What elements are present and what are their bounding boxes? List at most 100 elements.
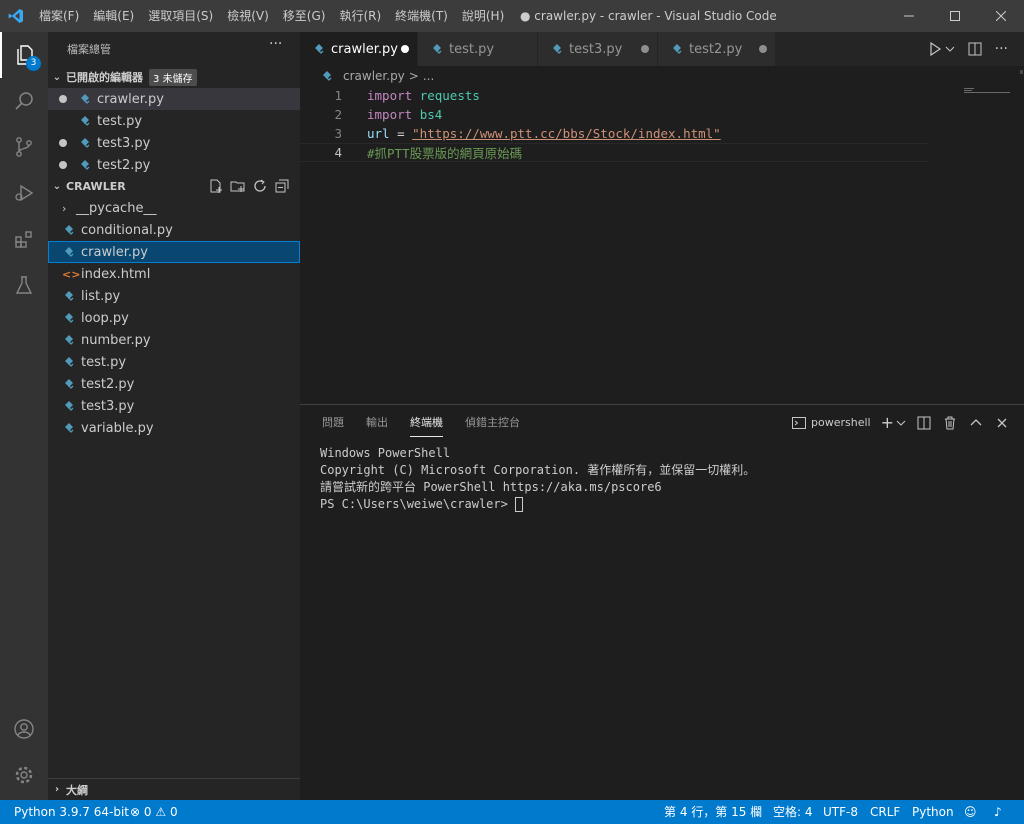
breadcrumb-symbol[interactable]: ...	[423, 69, 434, 83]
open-editor-item[interactable]: crawler.py	[48, 88, 300, 110]
refresh-icon[interactable]	[252, 178, 268, 194]
unsaved-dot-icon	[59, 139, 67, 147]
folder-header[interactable]: ⌄ CRAWLER	[48, 175, 300, 197]
tree-file-item[interactable]: test2.py	[48, 373, 300, 395]
open-editor-item[interactable]: test.py	[48, 110, 300, 132]
minimap[interactable]	[964, 88, 1010, 94]
tree-file-item[interactable]: <> index.html	[48, 263, 300, 285]
search-button[interactable]	[0, 78, 48, 124]
line-ending[interactable]: CRLF	[870, 800, 900, 824]
chevron-down-icon[interactable]	[896, 415, 906, 431]
tree-file-item[interactable]: number.py	[48, 329, 300, 351]
problems-indicator[interactable]: ⊗ 0 ⚠ 0	[130, 800, 178, 824]
cursor-position[interactable]: 第 4 行，第 15 欄	[664, 800, 762, 824]
tab-terminal[interactable]: 終端機	[410, 414, 443, 437]
minimize-button[interactable]	[886, 0, 932, 32]
python-file-icon	[65, 313, 74, 323]
shell-selector[interactable]: powershell	[811, 416, 871, 429]
tree-file-item[interactable]: list.py	[48, 285, 300, 307]
encoding[interactable]: UTF-8	[823, 800, 858, 824]
open-editors-header[interactable]: ⌄ 已開啟的編輯器 3 未儲存	[48, 66, 300, 88]
editor-actions: ···	[927, 32, 1008, 66]
tree-file-item[interactable]: loop.py	[48, 307, 300, 329]
tab-output[interactable]: 輸出	[366, 414, 388, 437]
unsaved-dot-icon[interactable]	[401, 45, 409, 53]
tree-file-item[interactable]: test.py	[48, 351, 300, 373]
terminal-output[interactable]: Windows PowerShell Copyright (C) Microsof…	[320, 445, 755, 513]
tab-label: crawler.py	[331, 41, 398, 57]
menu-selection[interactable]: 選取項目(S)	[141, 0, 220, 32]
tree-file-item[interactable]: test3.py	[48, 395, 300, 417]
close-window-button[interactable]	[978, 0, 1024, 32]
breadcrumb-separator: >	[408, 69, 419, 83]
tab-label: test2.py	[689, 41, 743, 57]
tree-folder-item[interactable]: › __pycache__	[48, 197, 300, 219]
menu-go[interactable]: 移至(G)	[276, 0, 333, 32]
more-actions-button[interactable]: ···	[269, 36, 282, 52]
new-folder-icon[interactable]	[230, 178, 246, 194]
explorer-button[interactable]: 3	[0, 32, 48, 78]
tab-problems[interactable]: 問題	[322, 414, 344, 437]
unsaved-badge: 3 未儲存	[149, 68, 197, 86]
explorer-badge: 3	[26, 56, 41, 71]
maximize-button[interactable]	[932, 0, 978, 32]
add-terminal-icon[interactable]: +	[881, 413, 894, 432]
new-file-icon[interactable]	[208, 178, 224, 194]
tree-file-item[interactable]: variable.py	[48, 417, 300, 439]
breadcrumb-file[interactable]: crawler.py	[343, 69, 405, 83]
language-mode[interactable]: Python	[912, 800, 954, 824]
window-title: ● crawler.py - crawler - Visual Studio C…	[520, 9, 777, 23]
python-file-icon	[65, 357, 74, 367]
tree-file-item[interactable]: crawler.py	[48, 241, 300, 263]
code-string: "https://www.ptt.cc/bbs/Stock/index.html…	[412, 126, 721, 141]
tab-test2-py[interactable]: test2.py	[658, 32, 776, 66]
tab-debug-console[interactable]: 偵錯主控台	[465, 414, 520, 437]
collapse-all-icon[interactable]	[274, 178, 290, 194]
menu-edit[interactable]: 編輯(E)	[86, 0, 141, 32]
menu-terminal[interactable]: 終端機(T)	[388, 0, 455, 32]
run-icon[interactable]	[927, 41, 943, 57]
line-number: 1	[334, 88, 342, 103]
menu-help[interactable]: 說明(H)	[455, 0, 511, 32]
more-actions-icon[interactable]: ···	[995, 41, 1008, 57]
menu-view[interactable]: 檢視(V)	[220, 0, 276, 32]
flask-icon	[15, 276, 33, 294]
maximize-panel-icon[interactable]	[968, 415, 984, 431]
split-editor-icon[interactable]	[967, 41, 983, 57]
unsaved-dot-icon[interactable]	[641, 45, 649, 53]
tab-test3-py[interactable]: test3.py	[538, 32, 658, 66]
python-interpreter[interactable]: Python 3.9.7 64-bit	[14, 800, 129, 824]
accounts-button[interactable]	[0, 706, 48, 752]
menu-file[interactable]: 檔案(F)	[32, 0, 86, 32]
run-debug-button[interactable]	[0, 170, 48, 216]
tab-test-py[interactable]: test.py	[418, 32, 538, 66]
tree-file-item[interactable]: conditional.py	[48, 219, 300, 241]
source-control-button[interactable]	[0, 124, 48, 170]
trash-icon[interactable]	[942, 415, 958, 431]
python-file-icon	[65, 379, 74, 389]
extensions-button[interactable]	[0, 216, 48, 262]
feedback-icon[interactable]: ☺	[964, 800, 977, 824]
chevron-down-icon[interactable]	[945, 41, 955, 57]
outline-label: 大綱	[66, 783, 88, 797]
tab-crawler-py[interactable]: crawler.py	[300, 32, 418, 66]
indentation[interactable]: 空格: 4	[773, 800, 813, 824]
open-editor-item[interactable]: test2.py	[48, 154, 300, 176]
bell-icon[interactable]: ♪	[994, 800, 1002, 824]
code-keyword: import	[367, 88, 413, 103]
code-variable: url	[367, 126, 390, 141]
warning-count: 0	[169, 805, 178, 819]
error-icon: ⊗	[130, 805, 141, 819]
unsaved-dot-icon[interactable]	[759, 45, 767, 53]
open-editor-item[interactable]: test3.py	[48, 132, 300, 154]
panel-tabs: 問題 輸出 終端機 偵錯主控台	[322, 414, 520, 437]
menu-run[interactable]: 執行(R)	[332, 0, 388, 32]
gear-icon	[15, 766, 33, 784]
outline-header[interactable]: › 大綱	[48, 778, 300, 800]
html-file-icon: <>	[62, 267, 81, 281]
close-panel-icon[interactable]	[994, 415, 1010, 431]
manage-button[interactable]	[0, 752, 48, 798]
testing-button[interactable]	[0, 262, 48, 308]
code-keyword: import	[367, 107, 413, 122]
split-terminal-icon[interactable]	[916, 415, 932, 431]
